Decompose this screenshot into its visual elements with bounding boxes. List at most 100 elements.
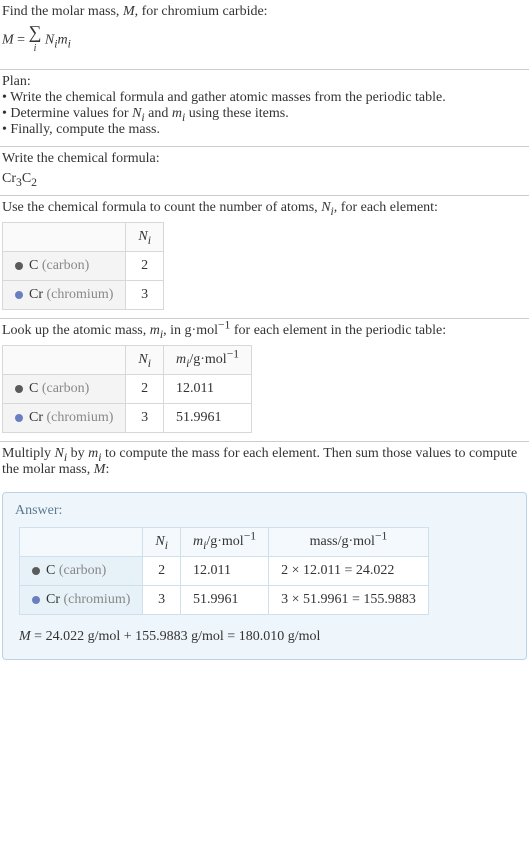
element-name: (chromium): [47, 410, 114, 425]
lookup-h-c: for each element in the periodic table:: [230, 323, 446, 338]
table-header-blank: [3, 346, 126, 375]
table-row: C (carbon) 2 12.011: [3, 375, 252, 404]
plan-b2-and: and: [145, 106, 172, 121]
col-m: m: [193, 534, 203, 549]
table-row: Cr (chromium) 3: [3, 281, 164, 310]
element-symbol: C: [29, 381, 38, 396]
table-header-m: mi/g·mol−1: [180, 528, 268, 557]
count-heading: Use the chemical formula to count the nu…: [2, 200, 527, 216]
col-N-i: i: [165, 539, 168, 552]
col-m-exp: −1: [244, 529, 256, 542]
element-symbol: Cr: [29, 287, 43, 302]
element-symbol: C: [46, 563, 55, 578]
count-h-N: N: [321, 200, 330, 215]
col-m-unit: /g·mol: [189, 352, 226, 367]
plan-section: Plan: • Write the chemical formula and g…: [0, 70, 529, 146]
answer-final: M = 24.022 g/mol + 155.9883 g/mol = 180.…: [19, 629, 514, 645]
lookup-h-m: m: [150, 323, 160, 338]
element-symbol: Cr: [46, 592, 60, 607]
plan-bullet-1: • Write the chemical formula and gather …: [2, 90, 527, 106]
lookup-heading: Look up the atomic mass, mi, in g·mol−1 …: [2, 323, 527, 339]
col-N-i: i: [148, 357, 151, 370]
element-name: (chromium): [64, 592, 131, 607]
col-m-exp: −1: [227, 347, 239, 360]
chem-c: C: [22, 171, 31, 186]
answer-table: Ni mi/g·mol−1 mass/g·mol−1 C (carbon) 2 …: [19, 527, 429, 615]
formula-N: N: [45, 33, 54, 48]
col-N: N: [138, 229, 147, 244]
atomic-mass: 12.011: [163, 375, 251, 404]
element-name: (carbon): [42, 381, 89, 396]
element-dot-icon: [15, 414, 23, 422]
table-header-mass: mass/g·mol−1: [269, 528, 429, 557]
atom-count: 2: [143, 557, 181, 586]
formula-m-sub: i: [68, 38, 71, 51]
plan-b2-b: using these items.: [185, 106, 288, 121]
col-mass-exp: −1: [375, 529, 387, 542]
table-row: Cr (chromium) 3 51.9961 3 × 51.9961 = 15…: [20, 586, 429, 615]
atomic-mass: 12.011: [180, 557, 268, 586]
col-m-unit: /g·mol: [206, 534, 243, 549]
chem-formula: Cr3C2: [2, 167, 527, 187]
atom-count: 3: [126, 281, 164, 310]
atom-count: 2: [126, 375, 164, 404]
col-N: N: [138, 352, 147, 367]
count-h-b: , for each element:: [334, 200, 438, 215]
chem-heading: Write the chemical formula:: [2, 151, 527, 167]
mult-M: M: [94, 462, 106, 477]
mult-m: m: [88, 446, 98, 461]
table-row: C (carbon) 2: [3, 252, 164, 281]
atom-count: 2: [126, 252, 164, 281]
atomic-mass: 51.9961: [180, 586, 268, 615]
table-header-blank: [3, 223, 126, 252]
intro-line: Find the molar mass, M, for chromium car…: [2, 4, 527, 20]
table-header-N: Ni: [143, 528, 181, 557]
element-dot-icon: [32, 596, 40, 604]
table-header-row: Ni mi/g·mol−1 mass/g·mol−1: [20, 528, 429, 557]
element-dot-icon: [32, 567, 40, 575]
mult-by: by: [67, 446, 88, 461]
element-cell: C (carbon): [3, 252, 126, 281]
table-row: Cr (chromium) 3 51.9961: [3, 404, 252, 433]
plan-bullet-2: • Determine values for Ni and mi using t…: [2, 106, 527, 122]
table-header-N: Ni: [126, 346, 164, 375]
atom-count: 3: [143, 586, 181, 615]
intro-text: Find the molar mass, M, for chromium car…: [2, 4, 268, 19]
lookup-h-b: , in g·mol: [163, 323, 218, 338]
table-header-m: mi/g·mol−1: [163, 346, 251, 375]
table-header-N: Ni: [126, 223, 164, 252]
mult-a: Multiply: [2, 446, 55, 461]
lookup-h-exp: −1: [218, 318, 230, 331]
chem-c-sub: 2: [31, 176, 37, 189]
plan-bullet-3: • Finally, compute the mass.: [2, 122, 527, 138]
answer-label: Answer:: [15, 503, 514, 519]
element-name: (carbon): [42, 258, 89, 273]
formula-m: m: [58, 33, 68, 48]
table-header-row: Ni: [3, 223, 164, 252]
molar-mass-formula: M = ∑ i Nimi: [2, 20, 527, 61]
col-m: m: [176, 352, 186, 367]
count-table: Ni C (carbon) 2 Cr (chromium) 3: [2, 222, 164, 310]
plan-b2-m: m: [172, 106, 182, 121]
final-M: M: [19, 629, 31, 644]
col-mass: mass/g·mol: [310, 534, 375, 549]
element-name: (chromium): [47, 287, 114, 302]
chem-cr: Cr: [2, 171, 16, 186]
mult-N: N: [55, 446, 64, 461]
sum-index: i: [34, 43, 37, 54]
plan-b2-a: • Determine values for: [2, 106, 132, 121]
col-N: N: [155, 534, 164, 549]
table-header-blank: [20, 528, 143, 557]
col-N-i: i: [148, 234, 151, 247]
element-dot-icon: [15, 291, 23, 299]
mass-calc: 3 × 51.9961 = 155.9883: [269, 586, 429, 615]
mass-calc: 2 × 12.011 = 24.022: [269, 557, 429, 586]
intro-section: Find the molar mass, M, for chromium car…: [0, 0, 529, 69]
element-cell: Cr (chromium): [20, 586, 143, 615]
formula-eq: =: [17, 33, 25, 48]
formula-lhs: M: [2, 33, 14, 48]
atomic-mass: 51.9961: [163, 404, 251, 433]
element-symbol: Cr: [29, 410, 43, 425]
multiply-section: Multiply Ni by mi to compute the mass fo…: [0, 442, 529, 486]
chem-formula-section: Write the chemical formula: Cr3C2: [0, 147, 529, 195]
